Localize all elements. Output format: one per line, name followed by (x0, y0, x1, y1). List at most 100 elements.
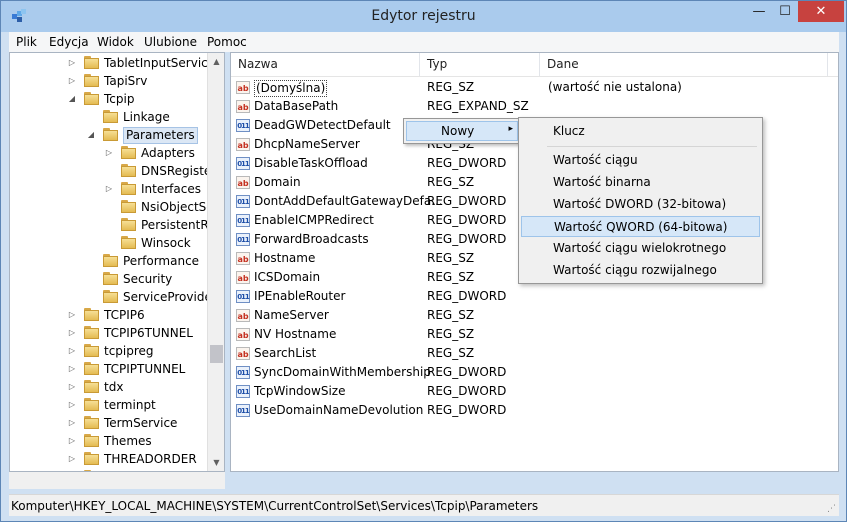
tree-item[interactable]: ▷ TCPIPTUNNEL (10, 360, 206, 378)
tree-expander-icon[interactable]: ▷ (67, 54, 77, 72)
tree-vertical-scrollbar[interactable]: ▲ ▼ (207, 53, 224, 471)
value-row[interactable]: 011 UseDomainNameDevolution REG_DWORD (231, 401, 831, 420)
menu-edycja[interactable]: Edycja (49, 35, 89, 49)
value-row[interactable]: 011 SyncDomainWithMembership REG_DWORD (231, 363, 831, 382)
submenu-item[interactable]: Wartość ciągu (521, 150, 760, 171)
value-row[interactable]: ab NameServer REG_SZ (231, 306, 831, 325)
tree-item[interactable]: ◢ Tcpip (10, 90, 206, 108)
menu-plik[interactable]: Plik (16, 35, 37, 49)
tree-item-label: Winsock (141, 236, 191, 250)
tree-expander-icon[interactable]: ▷ (104, 180, 114, 198)
string-value-icon: ab (236, 252, 250, 265)
folder-icon (84, 380, 99, 393)
folder-icon (84, 362, 99, 375)
submenu-item[interactable]: Wartość ciągu rozwijalnego (521, 260, 760, 281)
title-bar[interactable]: Edytor rejestru — ☐ ✕ (1, 1, 846, 32)
tree-item[interactable]: ◢ Parameters (10, 126, 206, 144)
string-value-icon: ab (236, 100, 250, 113)
tree-item[interactable]: ▷ Themes (10, 432, 206, 450)
tree-expander-icon[interactable]: ▷ (67, 342, 77, 360)
tree-expander-icon[interactable]: ▷ (67, 72, 77, 90)
tree-item[interactable]: Security (10, 270, 206, 288)
folder-icon (121, 200, 136, 213)
folder-icon (103, 272, 118, 285)
tree-item[interactable]: ▷ Interfaces (10, 180, 206, 198)
tree-expander-icon[interactable]: ▷ (67, 360, 77, 378)
close-button[interactable]: ✕ (798, 1, 844, 22)
folder-icon (103, 290, 118, 303)
binary-value-icon: 011 (236, 404, 250, 417)
tree-item-label: terminpt (104, 398, 156, 412)
value-name: ForwardBroadcasts (254, 232, 369, 246)
menu-widok[interactable]: Widok (97, 35, 134, 49)
scroll-down-icon[interactable]: ▼ (208, 454, 224, 471)
tree-horizontal-scrollbar[interactable] (9, 472, 225, 489)
column-header-data[interactable]: Dane (540, 53, 828, 76)
value-row[interactable]: 011 TcpWindowSize REG_DWORD (231, 382, 831, 401)
tree-expander-icon[interactable]: ▷ (67, 450, 77, 468)
tree-expander-icon[interactable]: ▷ (67, 414, 77, 432)
value-type: REG_EXPAND_SZ (427, 99, 529, 113)
folder-icon (121, 164, 136, 177)
tree-item[interactable]: ▷ TapiSrv (10, 72, 206, 90)
tree-item[interactable]: ▷ tdx (10, 378, 206, 396)
value-type: REG_DWORD (427, 213, 507, 227)
submenu-item[interactable]: Klucz (521, 121, 760, 142)
column-header-name[interactable]: Nazwa (231, 53, 420, 76)
submenu-item[interactable]: Wartość binarna (521, 172, 760, 193)
maximize-button[interactable]: ☐ (772, 1, 798, 22)
tree-expander-icon[interactable]: ▷ (104, 144, 114, 162)
value-row[interactable]: ab (Domyślna) REG_SZ (wartość nie ustalona) (231, 78, 831, 97)
tree-item[interactable]: Winsock (10, 234, 206, 252)
tree-item[interactable]: Linkage (10, 108, 206, 126)
registry-tree[interactable]: ▷ TabletInputService ▷ TapiSrv ◢ Tcpip Linkage… (9, 52, 225, 472)
folder-icon (84, 434, 99, 447)
tree-item[interactable]: NsiObjectSe (10, 198, 214, 216)
folder-icon (84, 56, 99, 69)
resize-grip-icon[interactable]: ⋰ (827, 504, 837, 514)
value-name: DeadGWDetectDefault (254, 118, 391, 132)
tree-expander-icon[interactable]: ▷ (67, 306, 77, 324)
tree-item[interactable]: ▷ Adapters (10, 144, 206, 162)
submenu-item[interactable]: Wartość QWORD (64-bitowa) (521, 216, 760, 237)
folder-icon (103, 110, 118, 123)
tree-item[interactable]: ▷ tcpipreg (10, 342, 206, 360)
value-row[interactable]: ab NV Hostname REG_SZ (231, 325, 831, 344)
minimize-button[interactable]: — (746, 1, 772, 22)
tree-expander-icon[interactable]: ◢ (67, 90, 77, 108)
binary-value-icon: 011 (236, 214, 250, 227)
scroll-up-icon[interactable]: ▲ (208, 53, 224, 70)
context-menu-item-nowy[interactable]: Nowy ▸ (406, 121, 518, 141)
tree-expander-icon[interactable]: ▷ (67, 378, 77, 396)
submenu-item[interactable]: Wartość ciągu wielokrotnego (521, 238, 760, 259)
value-name: Hostname (254, 251, 316, 265)
submenu-item[interactable]: Wartość DWORD (32-bitowa) (521, 194, 760, 215)
binary-value-icon: 011 (236, 290, 250, 303)
tree-item-label: TCPIP6TUNNEL (104, 326, 193, 340)
value-row[interactable]: ab DataBasePath REG_EXPAND_SZ (231, 97, 831, 116)
tree-item[interactable]: ▷ TCPIP6 (10, 306, 206, 324)
tree-item-label: Interfaces (141, 182, 201, 196)
tree-expander-icon[interactable]: ◢ (86, 126, 96, 144)
menu-ulubione[interactable]: Ulubione (144, 35, 197, 49)
tree-item[interactable]: PersistentRo (10, 216, 216, 234)
tree-item[interactable]: ▷ TermService (10, 414, 206, 432)
tree-item[interactable]: ▷ terminpt (10, 396, 206, 414)
tree-expander-icon[interactable]: ▷ (67, 396, 77, 414)
value-row[interactable]: 011 IPEnableRouter REG_DWORD (231, 287, 831, 306)
tree-item[interactable]: ▷ TabletInputService (10, 54, 215, 72)
folder-icon (84, 74, 99, 87)
tree-expander-icon[interactable]: ▷ (67, 324, 77, 342)
binary-value-icon: 011 (236, 233, 250, 246)
tree-item[interactable]: DNSRegister (10, 162, 216, 180)
scroll-thumb[interactable] (210, 345, 223, 363)
tree-expander-icon[interactable]: ▷ (67, 432, 77, 450)
tree-item-label: DNSRegister (141, 164, 217, 178)
column-header-type[interactable]: Typ (420, 53, 540, 76)
tree-item[interactable]: ▷ THREADORDER (10, 450, 206, 468)
menu-pomoc[interactable]: Pomoc (207, 35, 247, 49)
value-row[interactable]: ab SearchList REG_SZ (231, 344, 831, 363)
tree-item[interactable]: ▷ TCPIP6TUNNEL (10, 324, 206, 342)
tree-item[interactable]: ServiceProvider (10, 288, 217, 306)
tree-item[interactable]: Performance (10, 252, 206, 270)
